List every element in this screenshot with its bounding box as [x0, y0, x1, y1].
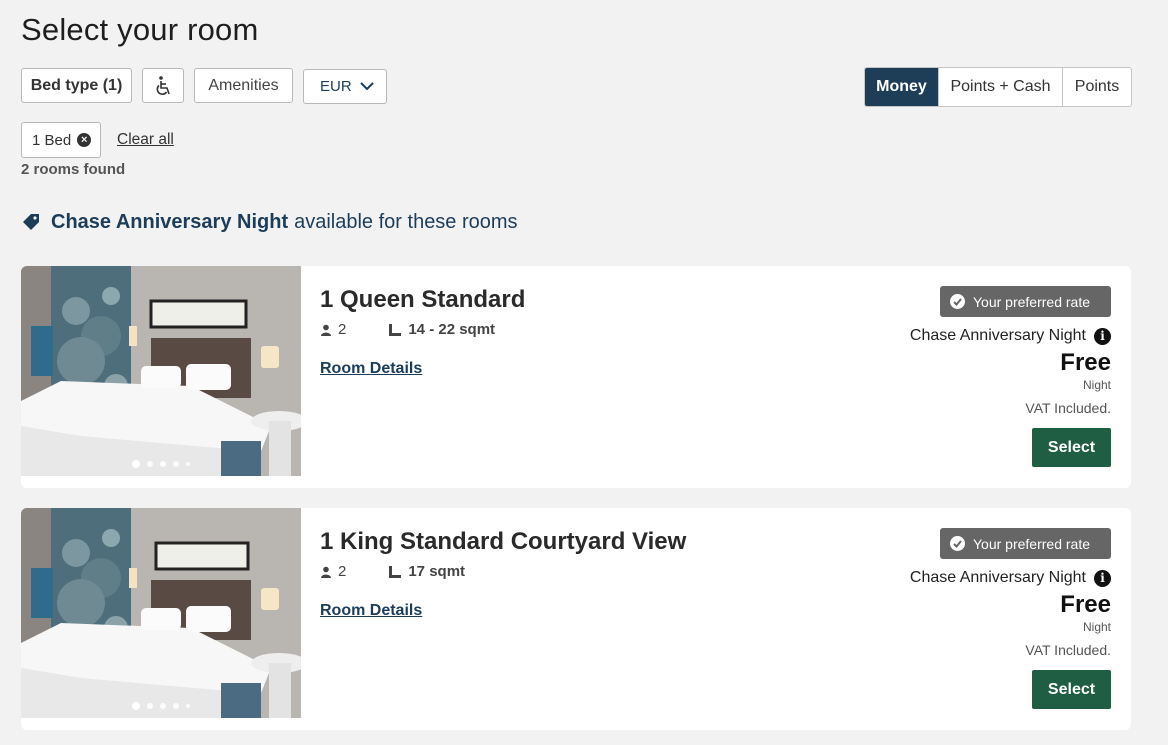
- check-circle-icon: [950, 536, 965, 551]
- currency-select[interactable]: EUR: [303, 69, 387, 104]
- rate-label: Chase Anniversary Night: [909, 569, 1086, 586]
- room-details-link[interactable]: Room Details: [320, 360, 422, 378]
- promo-name: Chase Anniversary Night: [51, 211, 289, 233]
- price-unit: Night: [1082, 378, 1111, 392]
- info-icon[interactable]: i: [1094, 327, 1111, 345]
- rate-label: Chase Anniversary Night: [909, 327, 1086, 344]
- room-guests: 2: [338, 321, 347, 338]
- room-card: 1 King Standard Courtyard View 2 17 sqmt…: [21, 508, 1131, 730]
- payment-mode-toggle: Money Points + Cash Points: [864, 67, 1132, 107]
- price-unit: Night: [1082, 620, 1111, 634]
- filter-chip-1-bed[interactable]: 1 Bed ×: [21, 122, 101, 158]
- room-size: 14 - 22 sqmt: [408, 321, 496, 338]
- room-guests: 2: [338, 563, 347, 580]
- bed-type-filter-button[interactable]: Bed type (1): [21, 68, 132, 103]
- clear-all-link[interactable]: Clear all: [117, 131, 174, 149]
- filter-chip-label: 1 Bed: [32, 131, 72, 149]
- room-size: 17 sqmt: [408, 563, 466, 580]
- check-circle-icon: [950, 294, 965, 309]
- room-photo-carousel[interactable]: [21, 508, 301, 718]
- preferred-rate-badge: Your preferred rate: [940, 528, 1111, 559]
- person-icon: [321, 324, 331, 336]
- amenities-filter-button[interactable]: Amenities: [194, 68, 293, 103]
- promo-suffix: available for these rooms: [294, 211, 518, 233]
- person-icon: [321, 566, 331, 578]
- vat-note: VAT Included.: [1025, 400, 1111, 416]
- results-count: 2 rooms found: [21, 161, 126, 178]
- wheelchair-icon: [156, 75, 170, 95]
- area-ruler-icon: [389, 565, 402, 578]
- room-price: Free: [1060, 591, 1111, 618]
- rate-name: Chase Anniversary Night i: [910, 327, 1111, 345]
- payment-mode-money[interactable]: Money: [865, 68, 938, 106]
- payment-mode-points[interactable]: Points: [1062, 68, 1131, 106]
- accessibility-filter-button[interactable]: [142, 68, 184, 103]
- preferred-rate-badge: Your preferred rate: [940, 286, 1111, 317]
- area-ruler-icon: [389, 323, 402, 336]
- promo-banner: Chase Anniversary Night available for th…: [21, 211, 518, 234]
- room-meta: 2 17 sqmt: [320, 563, 465, 580]
- info-icon[interactable]: i: [1094, 569, 1111, 587]
- select-room-button[interactable]: Select: [1032, 428, 1111, 467]
- room-name: 1 King Standard Courtyard View: [320, 528, 687, 555]
- payment-mode-points-cash[interactable]: Points + Cash: [938, 68, 1062, 106]
- remove-filter-icon[interactable]: ×: [77, 133, 92, 147]
- room-details-link[interactable]: Room Details: [320, 602, 422, 620]
- badge-label: Your preferred rate: [973, 293, 1090, 310]
- tag-icon: [23, 213, 39, 230]
- select-room-button[interactable]: Select: [1032, 670, 1111, 709]
- room-name: 1 Queen Standard: [320, 286, 526, 313]
- page-title: Select your room: [21, 12, 259, 47]
- rate-name: Chase Anniversary Night i: [910, 569, 1111, 587]
- currency-value: EUR: [320, 78, 352, 95]
- room-photo-carousel[interactable]: [21, 266, 301, 476]
- badge-label: Your preferred rate: [973, 535, 1090, 552]
- room-meta: 2 14 - 22 sqmt: [320, 321, 495, 338]
- room-price: Free: [1060, 349, 1111, 376]
- room-card: 1 Queen Standard 2 14 - 22 sqmt Room Det…: [21, 266, 1131, 488]
- vat-note: VAT Included.: [1025, 642, 1111, 658]
- chevron-down-icon: [360, 82, 374, 91]
